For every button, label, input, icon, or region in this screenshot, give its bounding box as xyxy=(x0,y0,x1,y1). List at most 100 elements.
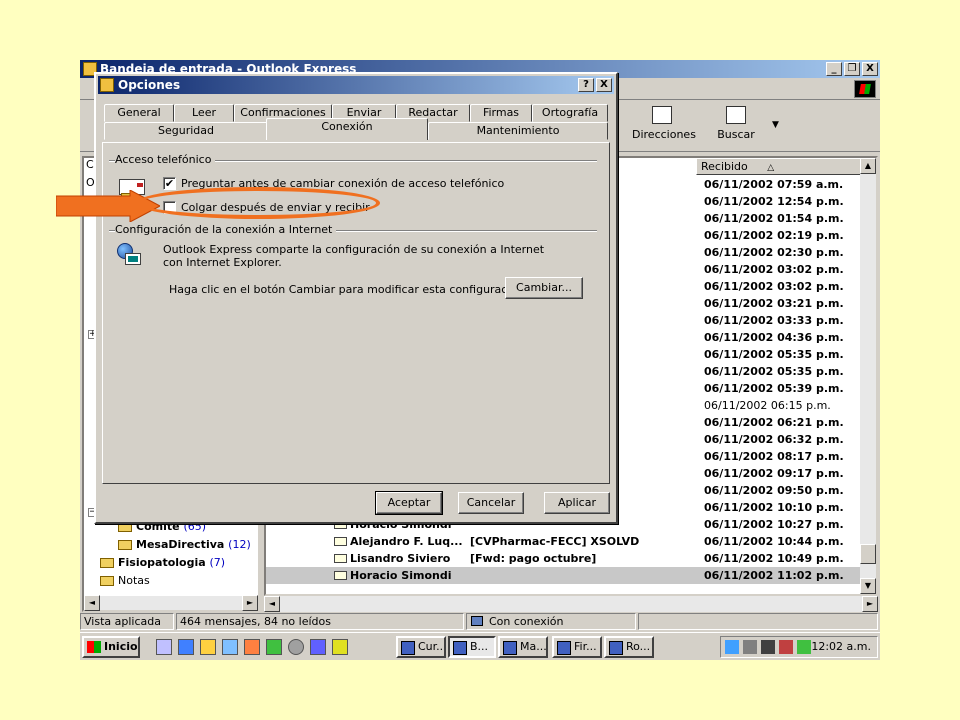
tab-firmas[interactable]: Firmas xyxy=(470,104,532,122)
folder-notas-label: Notas xyxy=(118,574,150,587)
taskbar-button-4[interactable]: Fir... xyxy=(552,636,602,658)
folder-fisio-count: (7) xyxy=(209,556,226,569)
message-from: Horacio Simondi xyxy=(350,569,452,582)
message-date: 06/11/2002 04:36 p.m. xyxy=(704,331,844,344)
find-label: Buscar xyxy=(717,128,755,141)
message-from: Lisandro Siviero xyxy=(350,552,451,565)
windows-logo-icon xyxy=(854,80,876,98)
tab-conexion[interactable]: Conexión xyxy=(266,118,428,140)
message-date: 06/11/2002 11:02 p.m. xyxy=(704,569,844,582)
ok-button[interactable]: Aceptar xyxy=(375,491,443,515)
scroll-right-icon[interactable]: ► xyxy=(862,596,878,612)
folder-mesa-count: (12) xyxy=(228,538,251,551)
folder-notas[interactable]: Notas xyxy=(100,574,150,587)
message-subject: [CVPharmac-FECC] XSOLVD xyxy=(470,535,640,548)
search-icon[interactable] xyxy=(222,639,238,655)
tab-leer[interactable]: Leer xyxy=(174,104,234,122)
change-hint: Haga clic en el botón Cambiar para modif… xyxy=(169,283,528,296)
message-date: 06/11/2002 08:17 p.m. xyxy=(704,450,844,463)
folder-fisiopatologia[interactable]: Fisiopatologia (7) xyxy=(100,556,225,569)
find-icon xyxy=(726,106,746,124)
tab-general[interactable]: General xyxy=(104,104,174,122)
message-date: 06/11/2002 10:10 p.m. xyxy=(704,501,844,514)
find-dropdown-icon[interactable]: ▼ xyxy=(772,120,779,130)
folder-mesadirectiva[interactable]: MesaDirectiva (12) xyxy=(118,538,251,551)
scroll-left-icon[interactable]: ◄ xyxy=(264,596,280,612)
taskbar-button-2[interactable]: B... xyxy=(448,636,496,658)
taskbar: Inicio Cur... B... Ma... Fir... Ro... 12… xyxy=(80,632,880,660)
message-date: 06/11/2002 06:21 p.m. xyxy=(704,416,844,429)
received-column-header[interactable]: Recibido △ xyxy=(696,158,862,175)
message-row[interactable]: Lisandro Siviero [Fwd: pago octubre] 06/11… xyxy=(266,550,862,567)
message-date: 06/11/2002 06:15 p.m. xyxy=(704,399,831,412)
scroll-down-icon[interactable]: ▼ xyxy=(860,578,876,594)
internet-description: Outlook Express comparte la configuració… xyxy=(163,243,545,269)
envelope-icon xyxy=(334,537,347,546)
taskbar-button-5[interactable]: Ro... xyxy=(604,636,654,658)
options-dialog: Opciones ? X General Leer Confirmaciones… xyxy=(94,72,618,524)
apply-button[interactable]: Aplicar xyxy=(544,492,610,514)
message-date: 06/11/2002 10:44 p.m. xyxy=(704,535,844,548)
message-date: 06/11/2002 06:32 p.m. xyxy=(704,433,844,446)
folder-icon xyxy=(100,576,114,586)
received-header-label: Recibido xyxy=(701,160,748,173)
tool-icon[interactable] xyxy=(244,639,260,655)
change-button[interactable]: Cambiar... xyxy=(505,277,583,299)
status-counts: 464 mensajes, 84 no leídos xyxy=(176,613,464,630)
tab-seguridad[interactable]: Seguridad xyxy=(104,122,268,140)
desktop-icon[interactable] xyxy=(156,639,172,655)
sort-ascending-icon: △ xyxy=(767,163,775,173)
folder-hscrollbar[interactable]: ◄ ► xyxy=(84,595,258,611)
folder-icon xyxy=(100,558,114,568)
outlook-app-icon xyxy=(100,78,114,92)
start-button[interactable]: Inicio xyxy=(82,636,140,658)
scroll-up-icon[interactable]: ▲ xyxy=(860,158,876,174)
message-date: 06/11/2002 05:39 p.m. xyxy=(704,382,844,395)
message-date: 06/11/2002 03:33 p.m. xyxy=(704,314,844,327)
status-connection-label: Con conexión xyxy=(489,615,564,628)
message-from: Alejandro F. Luq... xyxy=(350,535,463,548)
close-button[interactable]: X xyxy=(862,62,878,76)
internet-connection-icon xyxy=(115,243,145,269)
address-book-icon xyxy=(652,106,672,124)
taskbar-button-1[interactable]: Cur... xyxy=(396,636,446,658)
ask-before-switch-checkbox[interactable]: ✔ xyxy=(163,177,176,190)
dialog-close-button[interactable]: X xyxy=(596,78,612,92)
cd-icon[interactable] xyxy=(288,639,304,655)
scroll-left-icon[interactable]: ◄ xyxy=(84,595,100,611)
dialog-titlebar: Opciones ? X xyxy=(98,76,614,94)
system-tray: 12:02 a.m. xyxy=(720,636,878,658)
list-vscrollbar[interactable]: ▲ ▼ xyxy=(860,158,876,594)
ie-icon[interactable] xyxy=(178,639,194,655)
message-date: 06/11/2002 02:30 p.m. xyxy=(704,246,844,259)
media-icon[interactable] xyxy=(332,639,348,655)
help-button[interactable]: ? xyxy=(578,78,594,92)
envelope-icon xyxy=(334,554,347,563)
message-row[interactable]: Horacio Simondi 06/11/2002 11:02 p.m. xyxy=(266,567,862,584)
minimize-button[interactable]: _ xyxy=(826,62,842,76)
maximize-button[interactable]: ❐ xyxy=(844,62,860,76)
message-date: 06/11/2002 02:19 p.m. xyxy=(704,229,844,242)
message-date: 06/11/2002 03:02 p.m. xyxy=(704,263,844,276)
list-hscrollbar[interactable]: ◄ ► xyxy=(264,596,878,612)
tool-icon[interactable] xyxy=(266,639,282,655)
outlook-icon[interactable] xyxy=(200,639,216,655)
cancel-button[interactable]: Cancelar xyxy=(458,492,524,514)
taskbar-button-3[interactable]: Ma... xyxy=(498,636,548,658)
message-date: 06/11/2002 12:54 p.m. xyxy=(704,195,844,208)
find-button[interactable]: Buscar xyxy=(706,104,766,150)
message-date: 06/11/2002 03:21 p.m. xyxy=(704,297,844,310)
computer-icon xyxy=(471,616,483,626)
tab-ortografia[interactable]: Ortografía xyxy=(532,104,608,122)
message-row[interactable]: Alejandro F. Luq... [CVPharmac-FECC] XSOL… xyxy=(266,533,862,550)
message-date: 06/11/2002 09:50 p.m. xyxy=(704,484,844,497)
scroll-thumb[interactable] xyxy=(860,544,876,564)
addresses-button[interactable]: Direcciones xyxy=(632,104,696,150)
annotation-ellipse xyxy=(136,187,380,219)
tool-icon[interactable] xyxy=(310,639,326,655)
folder-mesa-label: MesaDirectiva xyxy=(136,538,225,551)
tab-mantenimiento[interactable]: Mantenimiento xyxy=(428,122,608,140)
status-empty xyxy=(638,613,878,630)
message-date: 06/11/2002 01:54 p.m. xyxy=(704,212,844,225)
scroll-right-icon[interactable]: ► xyxy=(242,595,258,611)
